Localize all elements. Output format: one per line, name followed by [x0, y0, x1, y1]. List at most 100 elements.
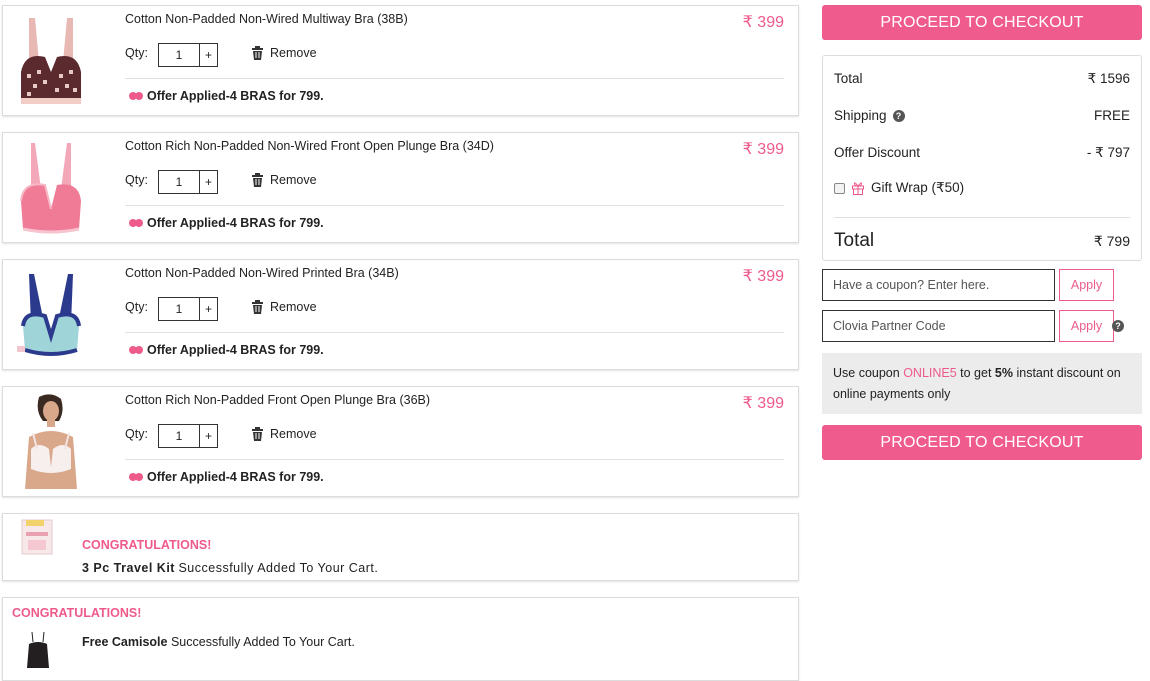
gift-wrap-label: Gift Wrap (₹50)	[871, 180, 965, 195]
divider	[125, 459, 784, 460]
increment-button[interactable]: +	[200, 171, 217, 193]
divider	[125, 332, 784, 333]
quantity-input[interactable]: 1	[159, 44, 200, 66]
product-price: ₹ 399	[742, 14, 784, 31]
quantity-stepper: 1 +	[158, 43, 218, 67]
proceed-to-checkout-button[interactable]: PROCEED TO CHECKOUT	[822, 5, 1142, 40]
offer-text: Offer Applied-4 BRAS for 799.	[147, 89, 324, 103]
qty-label: Qty:	[125, 300, 148, 314]
gift-icon	[852, 182, 864, 195]
offer-dots-icon	[129, 473, 143, 481]
quantity-stepper: 1 +	[158, 297, 218, 321]
product-name[interactable]: Cotton Non-Padded Non-Wired Multiway Bra…	[125, 12, 408, 26]
shipping-label: Shipping	[834, 108, 887, 123]
remove-button[interactable]: Remove	[251, 300, 317, 314]
increment-button[interactable]: +	[200, 44, 217, 66]
total-label: Total	[834, 71, 863, 86]
gift-wrap-checkbox[interactable]	[834, 182, 845, 194]
product-name[interactable]: Cotton Rich Non-Padded Non-Wired Front O…	[125, 139, 494, 153]
offer-applied: Offer Applied-4 BRAS for 799.	[129, 216, 324, 230]
summary-shipping-row: Shipping? FREE	[834, 108, 1130, 123]
product-price: ₹ 399	[742, 141, 784, 158]
qty-label: Qty:	[125, 173, 148, 187]
cart-item: Cotton Rich Non-Padded Front Open Plunge…	[2, 386, 799, 497]
trash-icon	[252, 173, 263, 187]
cart-item: Cotton Rich Non-Padded Non-Wired Front O…	[2, 132, 799, 243]
product-image-multiway-bra[interactable]	[15, 12, 87, 110]
coupon-input[interactable]: Have a coupon? Enter here.	[822, 269, 1055, 301]
promo-mid: to get	[956, 366, 995, 380]
product-name[interactable]: Cotton Rich Non-Padded Front Open Plunge…	[125, 393, 430, 407]
divider	[834, 217, 1130, 218]
product-price: ₹ 399	[742, 395, 784, 412]
offer-dots-icon	[129, 346, 143, 354]
offer-text: Offer Applied-4 BRAS for 799.	[147, 216, 324, 230]
quantity-input[interactable]: 1	[159, 298, 200, 320]
trash-icon	[252, 46, 263, 60]
increment-button[interactable]: +	[200, 298, 217, 320]
partner-code-input[interactable]: Clovia Partner Code	[822, 310, 1055, 342]
free-gift-notice: CONGRATULATIONS! 3 Pc Travel Kit Success…	[2, 513, 799, 581]
increment-button[interactable]: +	[200, 425, 217, 447]
discount-label: Offer Discount	[834, 145, 921, 160]
gift-added-text: Successfully Added To Your Cart.	[170, 635, 355, 649]
summary-discount-row: Offer Discount - ₹ 797	[834, 145, 1130, 161]
offer-text: Offer Applied-4 BRAS for 799.	[147, 343, 324, 357]
grand-total-label: Total	[834, 230, 875, 251]
apply-partner-code-button[interactable]: Apply	[1059, 310, 1114, 342]
qty-label: Qty:	[125, 46, 148, 60]
gift-product-name: Free Camisole	[82, 635, 168, 649]
shipping-value: FREE	[1093, 108, 1130, 123]
congrats-title: CONGRATULATIONS!	[12, 606, 142, 620]
grand-total-row: Total ₹ 799	[834, 230, 1130, 252]
remove-label: Remove	[270, 46, 317, 60]
promo-code: ONLINE5	[903, 366, 957, 380]
quantity-input[interactable]: 1	[159, 425, 200, 447]
total-value: ₹ 1596	[1087, 71, 1130, 86]
quantity-stepper: 1 +	[158, 170, 218, 194]
cart-item: Cotton Non-Padded Non-Wired Multiway Bra…	[2, 5, 799, 116]
product-image-model-bra[interactable]	[15, 393, 87, 491]
offer-text: Offer Applied-4 BRAS for 799.	[147, 470, 324, 484]
divider	[125, 205, 784, 206]
gift-wrap-option[interactable]: Gift Wrap (₹50)	[834, 180, 964, 196]
promo-percent: 5%	[994, 366, 1013, 380]
trash-icon	[252, 427, 263, 441]
summary-total-row: Total ₹ 1596	[834, 71, 1130, 87]
grand-total-value: ₹ 799	[1093, 232, 1130, 249]
offer-dots-icon	[129, 92, 143, 100]
quantity-stepper: 1 +	[158, 424, 218, 448]
apply-coupon-button[interactable]: Apply	[1059, 269, 1114, 301]
congrats-title: CONGRATULATIONS!	[82, 538, 212, 552]
remove-label: Remove	[270, 427, 317, 441]
quantity-input[interactable]: 1	[159, 171, 200, 193]
product-image-printed-bra[interactable]	[15, 266, 87, 364]
congrats-message: Free Camisole Successfully Added To Your…	[82, 635, 355, 649]
divider	[125, 78, 784, 79]
remove-button[interactable]: Remove	[251, 427, 317, 441]
camisole-image	[27, 631, 49, 668]
offer-applied: Offer Applied-4 BRAS for 799.	[129, 470, 324, 484]
discount-value: - ₹ 797	[1086, 145, 1130, 160]
remove-label: Remove	[270, 300, 317, 314]
product-image-plunge-bra[interactable]	[15, 139, 87, 237]
offer-applied: Offer Applied-4 BRAS for 799.	[129, 343, 324, 357]
congrats-message: 3 Pc Travel Kit Successfully Added To Yo…	[82, 561, 378, 575]
product-price: ₹ 399	[742, 268, 784, 285]
qty-label: Qty:	[125, 427, 148, 441]
remove-button[interactable]: Remove	[251, 46, 317, 60]
offer-dots-icon	[129, 219, 143, 227]
cart-item: Cotton Non-Padded Non-Wired Printed Bra …	[2, 259, 799, 370]
proceed-to-checkout-button[interactable]: PROCEED TO CHECKOUT	[822, 425, 1142, 460]
product-name[interactable]: Cotton Non-Padded Non-Wired Printed Bra …	[125, 266, 399, 280]
free-gift-notice: CONGRATULATIONS! Free Camisole Successfu…	[2, 597, 799, 681]
offer-applied: Offer Applied-4 BRAS for 799.	[129, 89, 324, 103]
gift-product-name: 3 Pc Travel Kit	[82, 561, 175, 575]
remove-label: Remove	[270, 173, 317, 187]
question-circle-icon[interactable]: ?	[1112, 320, 1124, 332]
remove-button[interactable]: Remove	[251, 173, 317, 187]
travel-kit-image	[21, 519, 53, 555]
question-circle-icon[interactable]: ?	[892, 110, 905, 123]
promo-prefix: Use coupon	[833, 366, 904, 380]
trash-icon	[252, 300, 263, 314]
